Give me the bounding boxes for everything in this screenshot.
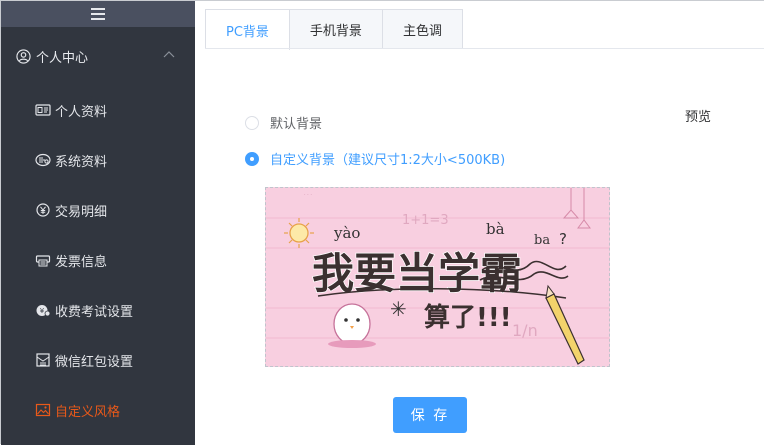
pinyin-ba2: ba [534,233,550,248]
user-circle-icon [16,48,31,64]
background-illustration: · · · 1+1=3 yào bà ba ? 我要当学霸 ✳ 算了!!! 1/… [266,188,609,366]
tab-main-color[interactable]: 主色调 [382,10,462,49]
tab-mobile-background[interactable]: 手机背景 [289,10,383,49]
yen-coin-icon [36,203,50,217]
hamburger-icon[interactable] [91,8,105,20]
sidebar-item-label: 收费考试设置 [55,304,134,320]
sidebar-item-label: 系统资料 [55,154,108,170]
svg-text:· · ·: · · · [304,192,312,198]
printer-icon [35,255,51,267]
picture-icon [35,403,51,417]
app-window: 个人中心 个人资料 系统资料 交易明细 发票信息 ¥ 收费考试设置 微信红包设置… [0,0,764,445]
radio-label: 自定义背景（建议尺寸1:2大小<500KB) [270,153,506,168]
sidebar-item-label: 交易明细 [55,204,108,220]
sidebar-item-custom-style[interactable]: 自定义风格 [1,385,195,435]
tab-pc-background[interactable]: PC背景 [206,10,290,50]
chevron-up-icon[interactable] [163,50,175,58]
sidebar-toggle[interactable] [1,1,195,27]
sidebar-item-label: 发票信息 [55,254,108,270]
preview-link[interactable]: 预览 [685,106,711,125]
sidebar-item-profile[interactable]: 个人资料 [1,85,195,135]
sidebar-item-wechat-redpacket[interactable]: 微信红包设置 [1,335,195,385]
svg-text:✳: ✳ [390,297,407,321]
red-envelope-icon [36,353,50,367]
sidebar-item-system-info[interactable]: 系统资料 [1,135,195,185]
main-content: PC背景 手机背景 主色调 预览 默认背景 自定义背景（建议尺寸1:2大小<50… [195,1,764,445]
sidebar-group-personal-center[interactable]: 个人中心 [1,27,195,85]
corner-math-text: 1/n [512,321,538,340]
sidebar-item-transactions[interactable]: 交易明细 [1,185,195,235]
sidebar-group-label: 个人中心 [36,50,89,66]
math-doodle-text: 1+1=3 [402,213,449,228]
svg-text:¥: ¥ [40,307,45,315]
pinyin-ba: bà [486,220,505,238]
sidebar-item-label: 自定义风格 [55,404,121,420]
illustration-subtitle: 算了!!! [424,302,512,333]
radio-circle-checked[interactable] [245,151,259,166]
pinyin-yao: yào [333,224,360,242]
sidebar-item-invoice[interactable]: 发票信息 [1,235,195,285]
id-card-icon [35,104,51,116]
radio-default-background[interactable]: 默认背景 [245,113,322,132]
sidebar: 个人中心 个人资料 系统资料 交易明细 发票信息 ¥ 收费考试设置 微信红包设置… [1,1,195,445]
radio-label: 默认背景 [270,117,323,132]
save-button[interactable]: 保 存 [393,397,467,433]
money-bag-icon: ¥ [36,305,51,317]
radio-circle[interactable] [245,115,259,130]
question-mark: ? [559,230,567,248]
system-gear-icon [35,153,51,167]
tab-bar: PC背景 手机背景 主色调 [205,9,463,50]
sidebar-item-exam-fee[interactable]: ¥ 收费考试设置 [1,285,195,335]
sidebar-item-label: 微信红包设置 [55,354,134,370]
sidebar-item-label: 个人资料 [55,104,108,120]
background-image-upload[interactable]: · · · 1+1=3 yào bà ba ? 我要当学霸 ✳ 算了!!! 1/… [265,187,610,367]
tab-divider [205,48,764,49]
radio-custom-background[interactable]: 自定义背景（建议尺寸1:2大小<500KB) [245,149,505,168]
